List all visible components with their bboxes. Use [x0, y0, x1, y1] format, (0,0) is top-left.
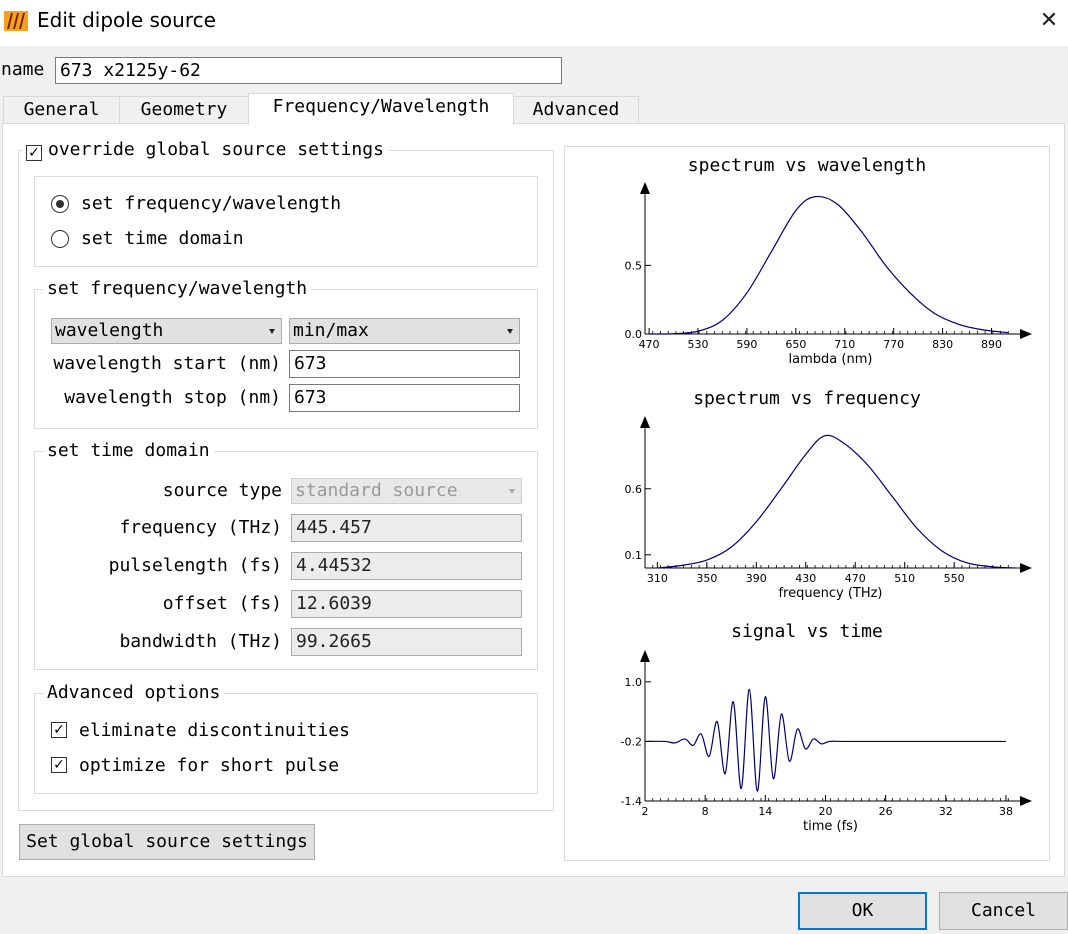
- advanced-options-title: Advanced options: [43, 682, 225, 703]
- checkmark-icon: ✓: [53, 722, 65, 738]
- title-bar: Edit dipole source ✕: [0, 0, 1068, 46]
- y-tick-label: 1.0: [625, 676, 643, 689]
- bandwidth-label: bandwidth (THz): [119, 631, 282, 652]
- source-type-select-value: standard source: [295, 480, 458, 501]
- x-tick-label: 550: [944, 572, 965, 585]
- x-tick-label: 470: [845, 572, 866, 585]
- name-label: name: [1, 59, 45, 80]
- override-header: ✓ override global source settings: [22, 139, 388, 163]
- x-tick-label: 2: [642, 805, 649, 818]
- x-tick-label: 510: [894, 572, 915, 585]
- y-axis-arrow: [640, 182, 650, 194]
- radio-set-time-domain-label: set time domain: [81, 228, 244, 249]
- y-tick-label: 0.5: [625, 259, 643, 272]
- pulselength-label: pulselength (fs): [108, 555, 282, 576]
- close-icon[interactable]: ✕: [1036, 8, 1062, 34]
- y-axis-arrow: [640, 416, 650, 428]
- cancel-button[interactable]: Cancel: [939, 892, 1068, 930]
- advanced-options-group: [34, 693, 538, 794]
- mode-group: [34, 176, 538, 267]
- range-mode-select-value: min/max: [293, 320, 369, 341]
- pulselength-input: 4.44532: [291, 552, 522, 580]
- quantity-select-value: wavelength: [55, 320, 164, 341]
- x-tick-label: 14: [758, 805, 772, 818]
- optimize-short-pulse-label: optimize for short pulse: [79, 755, 340, 776]
- chart-title: signal vs time: [731, 621, 883, 642]
- y-tick-label: 0.0: [625, 328, 643, 341]
- x-tick-label: 430: [795, 572, 816, 585]
- radio-set-frequency[interactable]: [51, 195, 69, 213]
- radio-selected-dot: [56, 200, 64, 208]
- name-input[interactable]: 673 x2125y-62: [55, 57, 562, 84]
- chevron-down-icon: [507, 329, 513, 334]
- checkmark-icon: ✓: [28, 145, 40, 161]
- y-tick-label: -0.2: [621, 735, 642, 748]
- y-tick-label: 0.1: [625, 549, 643, 562]
- x-tick-label: 590: [736, 338, 757, 351]
- optimize-short-pulse-checkbox[interactable]: ✓: [51, 757, 67, 773]
- eliminate-discontinuities-label: eliminate discontinuities: [79, 720, 350, 741]
- override-checkbox[interactable]: ✓: [26, 145, 42, 161]
- x-tick-label: 26: [879, 805, 893, 818]
- series-line: [644, 688, 1006, 792]
- tab-general[interactable]: General: [3, 96, 120, 123]
- series-line: [649, 195, 1008, 335]
- x-axis-arrow: [1020, 563, 1032, 573]
- x-tick-label: 8: [702, 805, 709, 818]
- y-tick-label: 0.6: [625, 483, 643, 496]
- chevron-down-icon: [509, 489, 515, 494]
- wavelength-stop-label: wavelength stop (nm): [64, 387, 281, 408]
- tab-frequency-wavelength[interactable]: Frequency/Wavelength: [248, 93, 514, 125]
- x-tick-label: 830: [932, 338, 953, 351]
- set-global-source-settings-button[interactable]: Set global source settings: [19, 824, 315, 860]
- radio-set-frequency-label: set frequency/wavelength: [81, 193, 342, 214]
- chart-title: spectrum vs wavelength: [688, 155, 926, 176]
- quantity-select[interactable]: wavelength: [51, 318, 282, 344]
- frequency-input: 445.457: [291, 514, 522, 542]
- x-tick-label: 38: [999, 805, 1013, 818]
- offset-label: offset (fs): [162, 593, 282, 614]
- chevron-down-icon: [269, 329, 275, 334]
- x-axis-label: frequency (THz): [778, 586, 882, 601]
- checkmark-icon: ✓: [53, 757, 65, 773]
- x-tick-label: 350: [696, 572, 717, 585]
- source-type-select: standard source: [291, 478, 522, 504]
- x-axis-label: time (fs): [803, 819, 858, 834]
- time-domain-group-title: set time domain: [43, 440, 214, 461]
- tab-advanced[interactable]: Advanced: [513, 96, 639, 123]
- x-tick-label: 770: [883, 338, 904, 351]
- series-line: [657, 434, 1017, 569]
- ok-button[interactable]: OK: [798, 892, 927, 930]
- frequency-label: frequency (THz): [119, 517, 282, 538]
- offset-input: 12.6039: [291, 590, 522, 618]
- x-tick-label: 390: [746, 572, 767, 585]
- app-logo-icon: [4, 11, 28, 31]
- y-axis-arrow: [640, 650, 650, 662]
- wavelength-stop-input[interactable]: 673: [289, 384, 520, 412]
- eliminate-discontinuities-checkbox[interactable]: ✓: [51, 722, 67, 738]
- tab-geometry[interactable]: Geometry: [119, 96, 249, 123]
- radio-set-time-domain[interactable]: [51, 230, 69, 248]
- x-tick-label: 530: [688, 338, 709, 351]
- source-type-label: source type: [162, 480, 282, 501]
- frequency-group-title: set frequency/wavelength: [43, 278, 312, 299]
- x-tick-label: 20: [818, 805, 832, 818]
- x-tick-label: 890: [981, 338, 1002, 351]
- y-tick-label: -1.4: [621, 795, 642, 808]
- x-axis-arrow: [1020, 329, 1032, 339]
- x-tick-label: 650: [785, 338, 806, 351]
- wavelength-start-input[interactable]: 673: [289, 350, 520, 378]
- bandwidth-input: 99.2665: [291, 628, 522, 656]
- chart-title: spectrum vs frequency: [693, 388, 921, 409]
- window-title: Edit dipole source: [37, 8, 216, 32]
- range-mode-select[interactable]: min/max: [289, 318, 520, 344]
- spectrum-charts: spectrum vs wavelength 470 530 590 650 710 770…: [621, 155, 1032, 834]
- x-tick-label: 310: [647, 572, 668, 585]
- wavelength-start-label: wavelength start (nm): [53, 353, 281, 374]
- override-label: override global source settings: [48, 139, 384, 160]
- x-axis-label: lambda (nm): [789, 352, 873, 367]
- x-tick-label: 710: [834, 338, 855, 351]
- x-tick-label: 32: [939, 805, 953, 818]
- x-axis-arrow: [1020, 796, 1032, 806]
